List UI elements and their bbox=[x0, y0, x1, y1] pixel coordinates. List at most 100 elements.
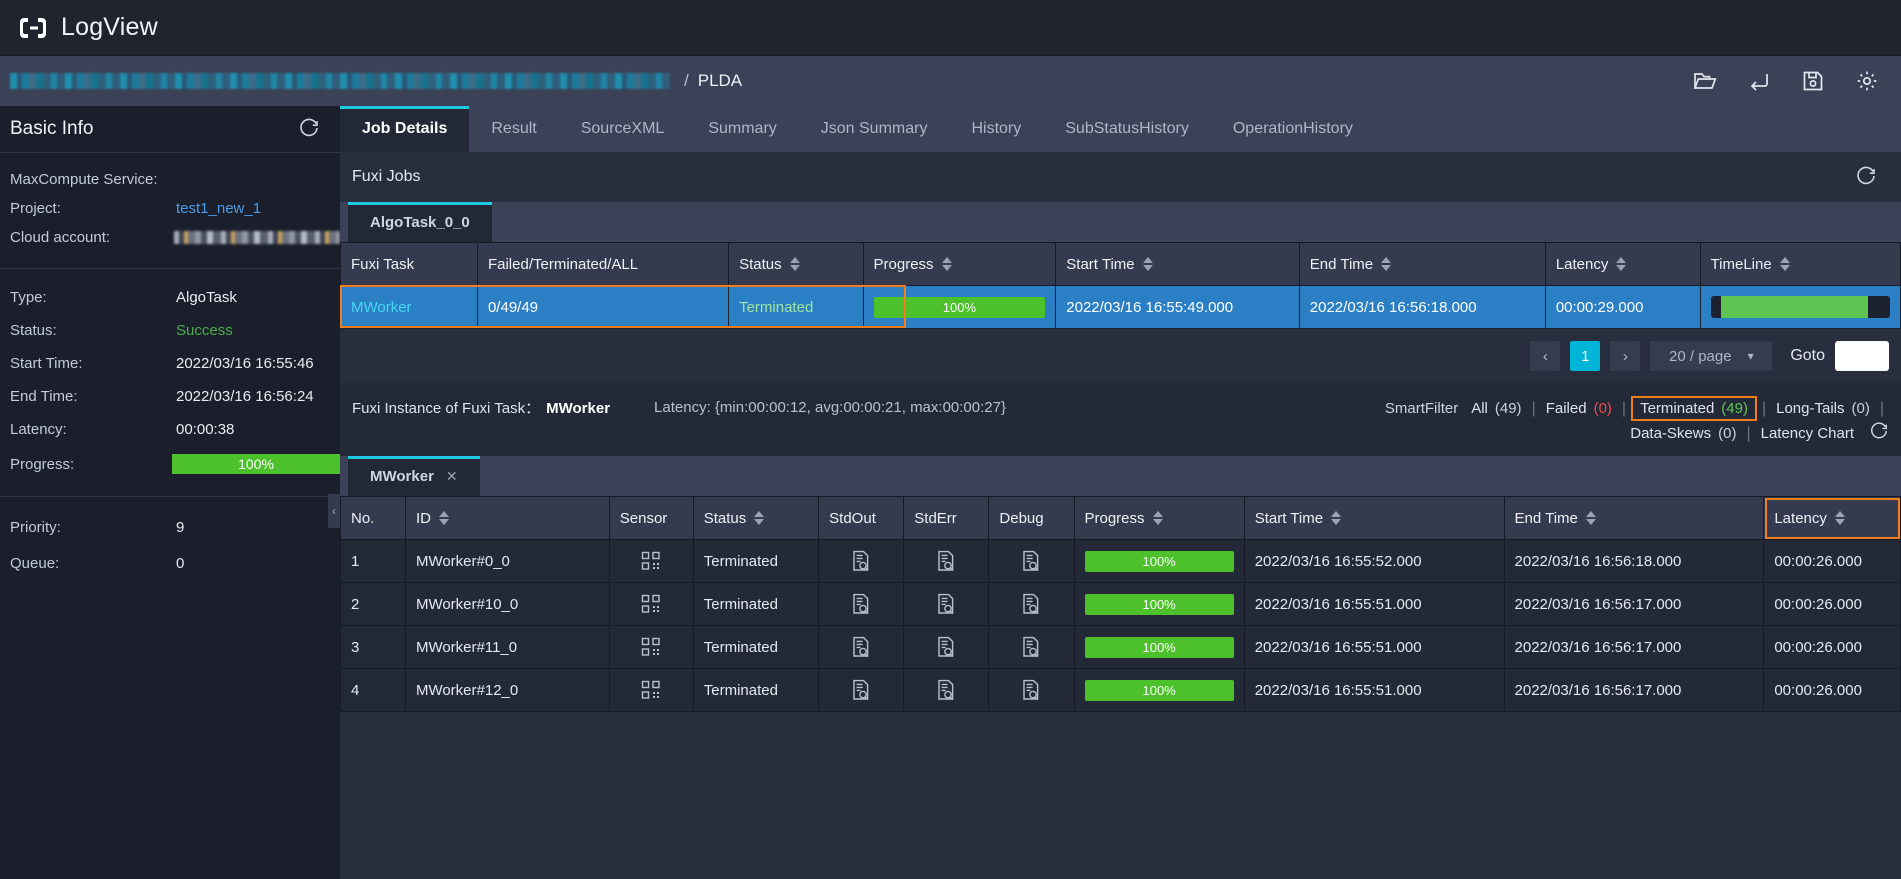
save-icon[interactable] bbox=[1801, 69, 1825, 93]
info-label: Project: bbox=[10, 200, 61, 217]
inner-tab-algotask[interactable]: AlgoTask_0_0 bbox=[348, 202, 492, 242]
column-header-start-time[interactable]: Start Time bbox=[1055, 242, 1300, 286]
log-search-icon[interactable] bbox=[914, 593, 978, 615]
table-row[interactable]: MWorker 0/49/49 Terminated 100% 2022/03/16 1… bbox=[340, 285, 1901, 329]
log-search-icon[interactable] bbox=[829, 593, 893, 615]
cell-debug[interactable] bbox=[988, 625, 1075, 669]
column-header-end-time[interactable]: End Time bbox=[1503, 496, 1765, 540]
tab-sourcexml[interactable]: SourceXML bbox=[559, 106, 687, 152]
log-search-icon[interactable] bbox=[999, 636, 1063, 658]
column-header-progress[interactable]: Progress bbox=[1073, 496, 1245, 540]
table-row[interactable]: 3 MWorker#11_0 Terminated 100% 2022/03/16 16… bbox=[340, 625, 1901, 669]
qr-code-icon[interactable] bbox=[620, 680, 683, 700]
tab-substatushistory[interactable]: SubStatusHistory bbox=[1043, 106, 1211, 152]
cell-sensor[interactable] bbox=[608, 539, 694, 583]
tab-history[interactable]: History bbox=[949, 106, 1043, 152]
log-search-icon[interactable] bbox=[999, 593, 1063, 615]
smart-filter: SmartFilter All (49) | Failed (0) | Terminated(… bbox=[1329, 393, 1889, 446]
column-header-latency[interactable]: Latency bbox=[1763, 496, 1901, 540]
next-page-button[interactable]: › bbox=[1610, 341, 1641, 371]
cell-debug[interactable] bbox=[988, 539, 1075, 583]
sidebar-collapse-handle[interactable]: ‹ bbox=[328, 494, 340, 528]
sort-icon[interactable] bbox=[1616, 257, 1627, 271]
log-search-icon[interactable] bbox=[999, 550, 1063, 572]
breadcrumb-instance-id-redacted[interactable] bbox=[10, 73, 670, 89]
filter-failed[interactable]: Failed (0) bbox=[1541, 397, 1617, 420]
sort-icon[interactable] bbox=[438, 511, 449, 525]
tab-json-summary[interactable]: Json Summary bbox=[799, 106, 950, 152]
progress-bar-fill: 100% bbox=[1084, 593, 1234, 615]
tab-operationhistory[interactable]: OperationHistory bbox=[1211, 106, 1375, 152]
prev-page-button[interactable]: ‹ bbox=[1530, 341, 1561, 371]
table-row[interactable]: 1 MWorker#0_0 Terminated 100% 2022/03/16 16:… bbox=[340, 539, 1901, 583]
table-row[interactable]: 4 MWorker#12_0 Terminated 100% 2022/03/16 16… bbox=[340, 668, 1901, 712]
cell-stderr[interactable] bbox=[903, 625, 990, 669]
inner-tab-mworker[interactable]: MWorker ✕ bbox=[348, 456, 480, 496]
cell-stdout[interactable] bbox=[818, 668, 905, 712]
filter-terminated[interactable]: Terminated (49) bbox=[1631, 396, 1757, 421]
log-search-icon[interactable] bbox=[914, 550, 978, 572]
sort-icon[interactable] bbox=[1331, 511, 1342, 525]
log-search-icon[interactable] bbox=[999, 679, 1063, 701]
filter-data-skews[interactable]: Data-Skews (0) bbox=[1625, 422, 1741, 445]
cell-sensor[interactable] bbox=[608, 625, 694, 669]
refresh-icon[interactable] bbox=[298, 117, 322, 141]
sort-icon[interactable] bbox=[1834, 511, 1845, 525]
tab-summary[interactable]: Summary bbox=[686, 106, 798, 152]
goto-input[interactable] bbox=[1835, 341, 1889, 371]
log-search-icon[interactable] bbox=[914, 636, 978, 658]
column-header-end-time[interactable]: End Time bbox=[1298, 242, 1546, 286]
sort-icon[interactable] bbox=[754, 511, 765, 525]
column-header-status[interactable]: Status bbox=[728, 242, 864, 286]
cell-stderr[interactable] bbox=[903, 668, 990, 712]
qr-code-icon[interactable] bbox=[620, 551, 683, 571]
sort-icon[interactable] bbox=[1152, 511, 1163, 525]
cell-debug[interactable] bbox=[988, 582, 1075, 626]
log-search-icon[interactable] bbox=[829, 636, 893, 658]
column-header-id[interactable]: ID bbox=[404, 496, 610, 540]
column-header-status[interactable]: Status bbox=[692, 496, 820, 540]
settings-gear-icon[interactable] bbox=[1855, 69, 1879, 93]
open-folder-icon[interactable] bbox=[1693, 69, 1717, 93]
column-header-timeline[interactable]: TimeLine bbox=[1699, 242, 1901, 286]
tab-result[interactable]: Result bbox=[469, 106, 558, 152]
cell-sensor[interactable] bbox=[608, 668, 694, 712]
close-icon[interactable]: ✕ bbox=[446, 468, 458, 485]
table-row[interactable]: 2 MWorker#10_0 Terminated 100% 2022/03/16 16… bbox=[340, 582, 1901, 626]
cell-stderr[interactable] bbox=[903, 582, 990, 626]
tab-job-details[interactable]: Job Details bbox=[340, 106, 470, 152]
log-search-icon[interactable] bbox=[914, 679, 978, 701]
filter-long-tails[interactable]: Long-Tails (0) bbox=[1771, 397, 1875, 420]
log-search-icon[interactable] bbox=[829, 679, 893, 701]
tab-label: History bbox=[971, 120, 1022, 137]
sort-icon[interactable] bbox=[1779, 257, 1790, 271]
latency-chart-link[interactable]: Latency Chart bbox=[1756, 422, 1859, 445]
cell-fuxi-task[interactable]: MWorker bbox=[340, 285, 478, 329]
refresh-icon[interactable] bbox=[1869, 421, 1889, 446]
cell-stdout[interactable] bbox=[818, 539, 905, 583]
cell-sensor[interactable] bbox=[608, 582, 694, 626]
info-label: Start Time: bbox=[10, 355, 83, 372]
cell-stdout[interactable] bbox=[818, 582, 905, 626]
sort-icon[interactable] bbox=[941, 257, 952, 271]
qr-code-icon[interactable] bbox=[620, 594, 683, 614]
project-link[interactable]: test1_new_1 bbox=[176, 200, 261, 217]
sort-icon[interactable] bbox=[1585, 511, 1596, 525]
column-header-latency[interactable]: Latency bbox=[1544, 242, 1701, 286]
filter-all[interactable]: All (49) bbox=[1466, 397, 1526, 420]
page-size-select[interactable]: 20 / page ▾ bbox=[1650, 341, 1773, 371]
log-search-icon[interactable] bbox=[829, 550, 893, 572]
column-header-label: Status bbox=[739, 255, 782, 273]
column-header-start-time[interactable]: Start Time bbox=[1243, 496, 1505, 540]
refresh-icon[interactable] bbox=[1855, 165, 1879, 189]
cell-debug[interactable] bbox=[988, 668, 1075, 712]
sort-icon[interactable] bbox=[1381, 257, 1392, 271]
page-1-button[interactable]: 1 bbox=[1570, 341, 1601, 371]
return-icon[interactable] bbox=[1747, 69, 1771, 93]
sort-icon[interactable] bbox=[1142, 257, 1153, 271]
cell-stderr[interactable] bbox=[903, 539, 990, 583]
sort-icon[interactable] bbox=[789, 257, 800, 271]
qr-code-icon[interactable] bbox=[620, 637, 683, 657]
cell-stdout[interactable] bbox=[818, 625, 905, 669]
column-header-progress[interactable]: Progress bbox=[862, 242, 1057, 286]
